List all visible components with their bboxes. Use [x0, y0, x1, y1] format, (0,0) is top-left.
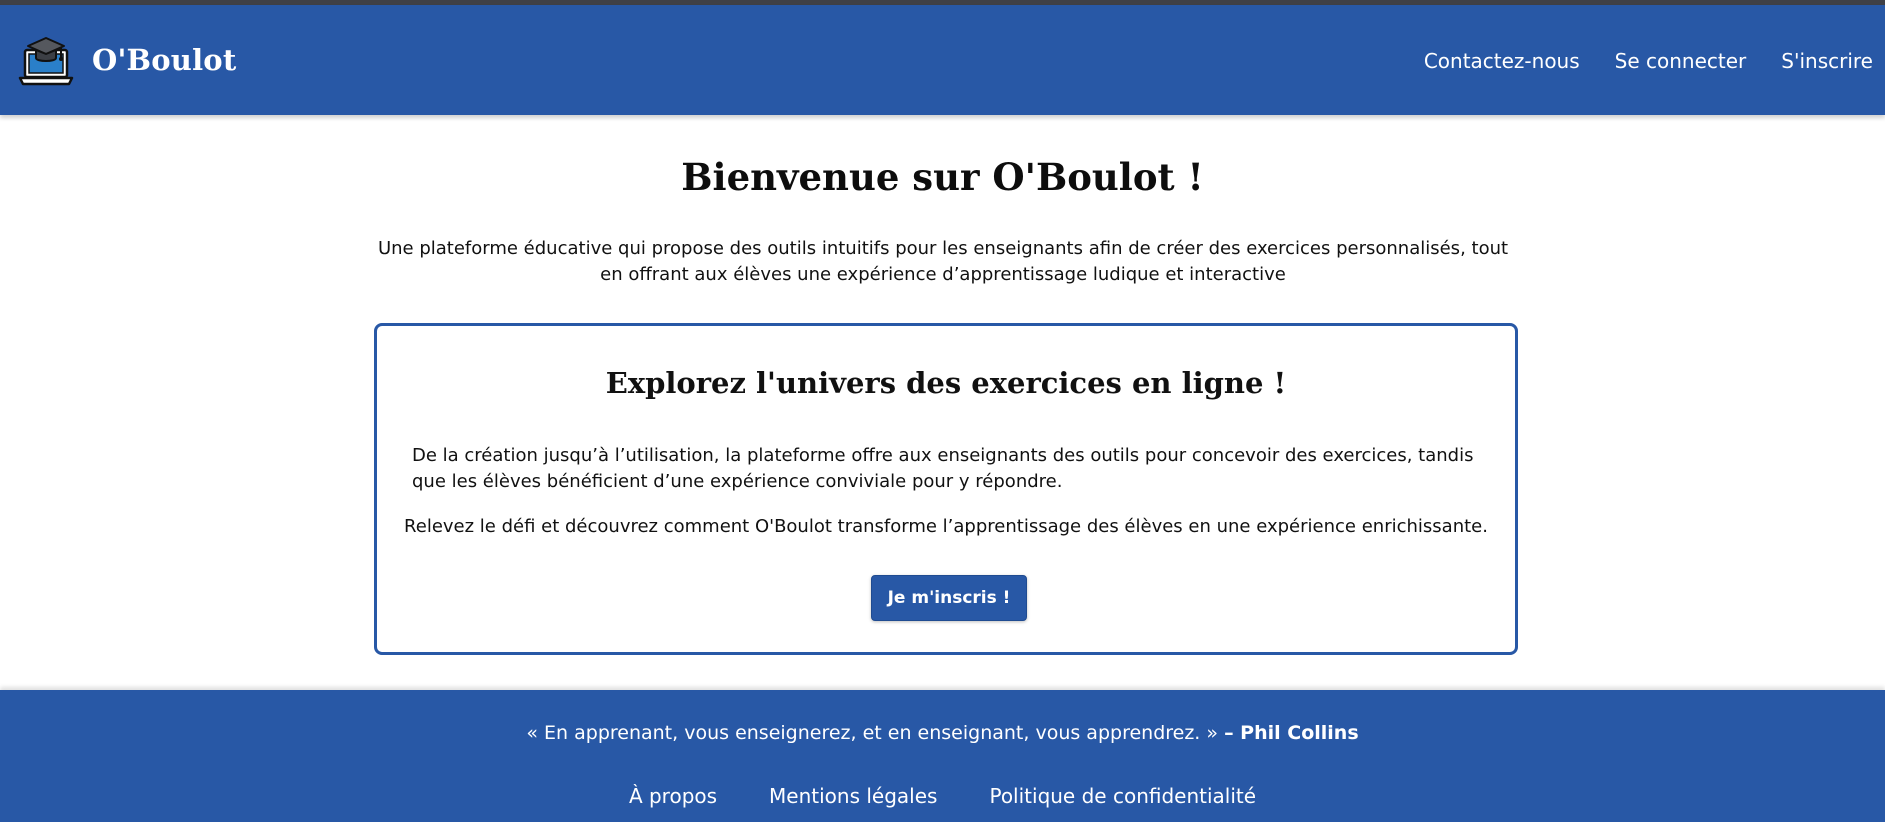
quote-author: – Phil Collins: [1224, 722, 1359, 744]
page-title: Bienvenue sur O'Boulot !: [681, 155, 1204, 199]
card-title: Explorez l'univers des exercices en lign…: [605, 366, 1287, 400]
laptop-graduation-cap-icon: [18, 37, 74, 86]
site-footer: « En apprenant, vous enseignerez, et en …: [0, 690, 1885, 822]
card-paragraph-1: De la création jusqu’à l’utilisation, la…: [412, 445, 1474, 492]
signup-cta-button[interactable]: Je m'inscris !: [871, 575, 1027, 621]
nav-link-signup[interactable]: S'inscrire: [1781, 49, 1873, 73]
brand-name: O'Boulot: [92, 43, 237, 77]
main-nav: Contactez-nous Se connecter S'inscrire: [1424, 49, 1873, 73]
footer-link-about[interactable]: À propos: [629, 784, 717, 808]
quote-text: « En apprenant, vous enseignerez, et en …: [526, 722, 1219, 744]
logo-link[interactable]: O'Boulot: [18, 32, 236, 88]
nav-link-login[interactable]: Se connecter: [1615, 49, 1747, 73]
nav-link-contact[interactable]: Contactez-nous: [1424, 49, 1580, 73]
hero-description: Une plateforme éducative qui propose des…: [377, 238, 1509, 285]
footer-links: À propos Mentions légales Politique de c…: [0, 784, 1885, 808]
footer-link-privacy[interactable]: Politique de confidentialité: [989, 784, 1256, 808]
footer-quote: « En apprenant, vous enseignerez, et en …: [0, 722, 1885, 744]
footer-link-legal[interactable]: Mentions légales: [769, 784, 937, 808]
explore-card: Explorez l'univers des exercices en lign…: [374, 323, 1518, 655]
card-paragraph-2: Relevez le défi et découvrez comment O'B…: [404, 516, 1488, 537]
site-header: O'Boulot Contactez-nous Se connecter S'i…: [0, 5, 1885, 115]
